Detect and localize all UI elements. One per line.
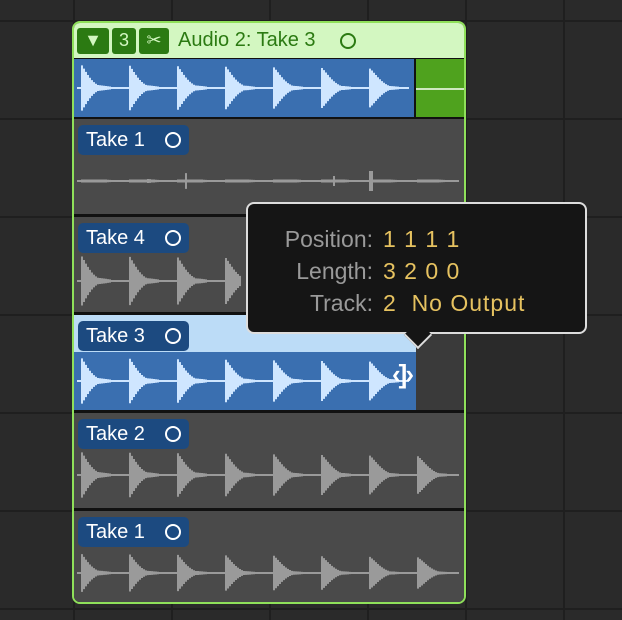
- take-lane[interactable]: Take 1: [74, 511, 464, 602]
- track-value: 2 No Output: [383, 290, 526, 316]
- waveform: [77, 256, 241, 306]
- take-folder-title: Audio 2: Take 3: [178, 29, 316, 51]
- comp-waveform: [74, 59, 414, 117]
- waveform: [77, 554, 459, 592]
- take-lane[interactable]: Take 1: [74, 119, 464, 214]
- length-label: Length:: [296, 258, 373, 284]
- position-label: Position:: [284, 226, 373, 252]
- take-label[interactable]: Take 3: [78, 321, 189, 351]
- tooltip: Position: 1 1 1 1 Length: 3 2 0 0 Track: 2 …: [246, 202, 587, 350]
- take-name: Take 3: [86, 324, 145, 347]
- waveform: [77, 171, 459, 191]
- scissors-icon[interactable]: ✂: [139, 27, 169, 54]
- waveform: [77, 452, 459, 498]
- waveform: [77, 65, 409, 111]
- track-label: Track:: [309, 290, 373, 316]
- position-value: 1 1 1 1: [383, 226, 461, 252]
- waveform: [77, 358, 409, 404]
- take-folder-header[interactable]: ▼ 3 ✂ Audio 2: Take 3: [74, 23, 464, 58]
- record-circle-icon: [164, 328, 181, 344]
- record-circle-icon[interactable]: [339, 32, 356, 49]
- take-lane[interactable]: Take 2: [74, 413, 464, 508]
- resize-cursor-icon: ‹]›: [392, 359, 414, 389]
- length-value: 3 2 0 0: [383, 258, 461, 284]
- triangle-down-icon[interactable]: ▼: [77, 27, 109, 54]
- take-count-button[interactable]: 3: [112, 27, 136, 54]
- comp-empty-region: [416, 59, 464, 117]
